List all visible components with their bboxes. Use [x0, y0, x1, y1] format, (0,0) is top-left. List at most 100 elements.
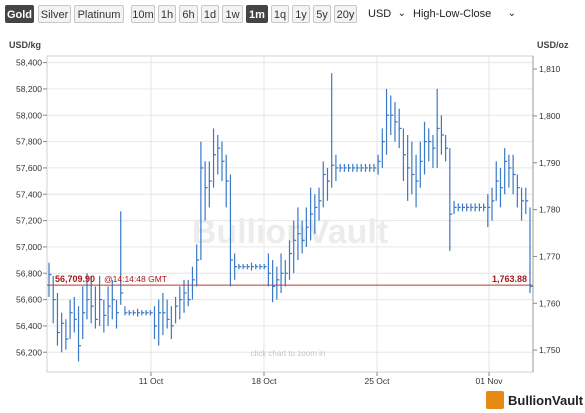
price-bar [398, 108, 402, 149]
price-bar [124, 306, 128, 316]
price-bar [402, 128, 406, 182]
price-bar [453, 200, 457, 214]
price-bar [356, 163, 360, 172]
price-bar [436, 88, 440, 168]
price-bar [103, 299, 107, 333]
current-time: @14:14:48 GMT [104, 274, 167, 284]
left-tick-label: 56,400 [16, 321, 42, 331]
right-tick-label: 1,760 [539, 298, 561, 308]
price-bar [225, 154, 229, 208]
price-bar [423, 121, 428, 175]
price-bar [381, 128, 385, 168]
price-bar [478, 203, 482, 212]
price-bar [217, 135, 221, 175]
price-bar [65, 319, 69, 350]
price-bar [250, 262, 255, 271]
price-bar [474, 203, 478, 212]
price-bar [466, 203, 470, 212]
price-bar [499, 167, 503, 208]
price-bar [221, 141, 225, 182]
right-tick-label: 1,770 [539, 251, 561, 261]
price-bar [276, 266, 280, 300]
left-tick-label: 57,600 [16, 163, 42, 173]
x-tick-label: 11 Oct [139, 376, 164, 386]
price-bar [212, 128, 217, 188]
price-bar [137, 308, 141, 317]
right-tick-label: 1,750 [539, 345, 561, 355]
price-bar [174, 296, 179, 324]
right-tick-label: 1,780 [539, 205, 561, 215]
price-bar [234, 253, 238, 280]
current-price-left: 56,709.90 [55, 274, 95, 284]
price-bar [512, 154, 516, 195]
left-tick-label: 56,200 [16, 347, 42, 357]
price-bar [153, 306, 157, 340]
price-bar [407, 135, 411, 201]
price-bar [107, 286, 111, 326]
price-bar [141, 310, 145, 316]
price-bar [394, 102, 398, 142]
price-bar [373, 163, 377, 172]
price-bar [280, 253, 284, 293]
price-bar [170, 306, 174, 340]
left-tick-label: 57,400 [16, 189, 42, 199]
price-bar [56, 293, 60, 346]
left-tick-label: 57,200 [16, 216, 42, 226]
price-bar [128, 310, 132, 316]
x-tick-label: 01 Nov [476, 376, 504, 386]
x-tick-label: 25 Oct [364, 376, 390, 386]
price-bar [440, 115, 444, 155]
logo-mark-icon [486, 391, 504, 409]
left-tick-label: 57,800 [16, 137, 42, 147]
price-bar [428, 128, 432, 162]
price-bar [48, 262, 52, 297]
price-bar [377, 154, 381, 175]
price-bar [242, 264, 246, 270]
logo-text: BullionVault [508, 393, 584, 408]
price-bar [347, 163, 352, 172]
price-bar [99, 275, 103, 326]
price-bar [267, 253, 271, 287]
price-bar [111, 279, 115, 320]
left-tick-label: 58,400 [16, 58, 42, 68]
price-bar [326, 167, 330, 201]
price-bar [61, 312, 65, 353]
price-bar [204, 161, 208, 221]
price-bar [238, 264, 242, 270]
price-bar [390, 95, 394, 135]
price-bar [331, 73, 335, 188]
price-bar [508, 154, 512, 188]
price-bar [445, 135, 449, 162]
price-bar [457, 203, 461, 212]
price-bar [272, 260, 276, 303]
zoom-hint: click chart to zoom in [251, 349, 326, 358]
price-bar [491, 187, 495, 221]
price-bar [82, 286, 86, 340]
price-bar [259, 264, 263, 270]
price-bar [284, 260, 288, 287]
price-bar [77, 306, 82, 362]
price-bar [69, 299, 73, 340]
price-bar [246, 264, 250, 270]
price-bar [145, 310, 149, 316]
price-bar [73, 296, 77, 333]
price-bar [339, 163, 343, 172]
right-tick-label: 1,790 [539, 158, 561, 168]
price-bar [255, 264, 259, 270]
price-chart[interactable]: BullionVault 56,709.90 @14:14:48 GMT 1,7… [0, 0, 585, 413]
left-tick-label: 57,000 [16, 242, 42, 252]
price-bar [263, 264, 267, 270]
x-tick-label: 18 Oct [251, 376, 277, 386]
price-bar [352, 163, 356, 172]
price-bar [120, 211, 124, 305]
price-bar [470, 203, 474, 212]
price-bar [415, 154, 419, 208]
right-tick-label: 1,800 [539, 111, 561, 121]
price-bar [149, 310, 153, 316]
price-bar [191, 266, 195, 300]
price-bar [369, 163, 373, 172]
left-tick-label: 56,600 [16, 295, 42, 305]
price-bar [504, 148, 508, 195]
left-tick-label: 58,200 [16, 84, 42, 94]
left-tick-label: 56,800 [16, 268, 42, 278]
